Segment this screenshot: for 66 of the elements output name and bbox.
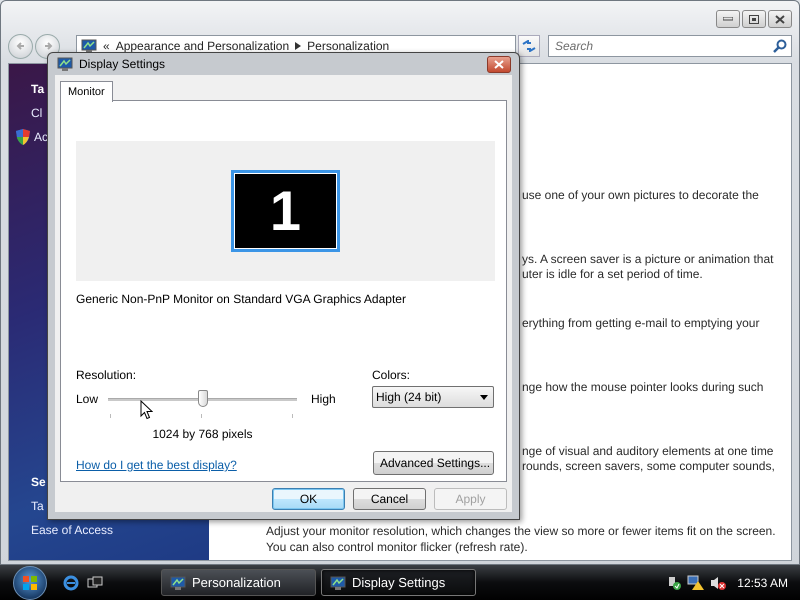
colors-label: Colors: <box>372 368 412 382</box>
dialog-title: Display Settings <box>79 57 166 71</box>
maximize-icon <box>749 14 759 24</box>
description-text: nge of visual and auditory elements at one time <box>522 444 774 459</box>
shield-icon <box>16 129 30 145</box>
warning-icon[interactable] <box>687 574 706 590</box>
refresh-icon <box>522 40 536 52</box>
sidebar-link[interactable]: Ac <box>34 130 48 144</box>
description-text: uter is idle for a set period of time. <box>522 267 704 282</box>
description-text: use one of your own pictures to decorate the <box>522 188 760 203</box>
maximize-button[interactable] <box>742 10 766 28</box>
display-icon <box>57 56 73 72</box>
description-text: You can also control monitor flicker (refresh rate). <box>266 539 529 555</box>
sidebar-heading: Se <box>31 475 46 489</box>
resolution-slider[interactable] <box>108 390 297 408</box>
resolution-label: Resolution: <box>76 368 138 382</box>
description-text: erything from getting e-mail to emptying your <box>522 316 760 331</box>
tab[interactable]: Monitor <box>60 81 113 102</box>
monitor-tile[interactable]: 1 <box>231 170 340 252</box>
description-text: rounds, screen savers, some computer sounds, <box>522 459 776 474</box>
search-icon[interactable] <box>773 39 787 53</box>
dialog-button[interactable]: Cancel <box>353 488 426 510</box>
back-arrow-icon <box>16 41 26 51</box>
refresh-button[interactable] <box>518 35 540 57</box>
close-button[interactable] <box>768 10 792 28</box>
monitor-icon <box>170 574 186 590</box>
adapter-text: Generic Non-PnP Monitor on Standard VGA Graphics Adapter <box>76 292 407 306</box>
close-icon <box>494 60 504 68</box>
sidebar-link[interactable]: Cl <box>31 106 42 120</box>
mouse-pointer-icon <box>140 400 153 420</box>
minimize-button[interactable] <box>716 10 740 28</box>
forward-arrow-icon <box>42 41 52 51</box>
slider-thumb[interactable] <box>198 390 208 407</box>
switch-windows-icon[interactable] <box>87 574 103 590</box>
taskbar-button[interactable]: Display Settings <box>321 569 476 596</box>
description-text: Adjust your monitor resolution, which changes the view so more or fewer items fit on the screen. <box>266 523 777 539</box>
clock[interactable]: 12:53 AM <box>737 576 788 590</box>
breadcrumb-item[interactable]: Personalization <box>307 39 390 53</box>
minimize-icon <box>723 17 733 21</box>
chevron-icon[interactable] <box>295 42 302 50</box>
slider-min-label: Low <box>76 392 100 406</box>
dropdown-arrow-icon <box>480 394 488 400</box>
close-button[interactable] <box>487 56 511 72</box>
sidebar-link[interactable]: Ta <box>31 499 44 513</box>
start-button[interactable] <box>13 566 47 600</box>
slider-max-label: High <box>311 392 336 406</box>
control-panel-icon <box>81 38 97 54</box>
description-text: nge how the mouse pointer looks during such <box>522 380 764 395</box>
sidebar-heading: Ta <box>31 82 44 96</box>
help-link[interactable]: How do I get the best display? <box>76 458 237 472</box>
dialog-button[interactable]: OK <box>272 488 345 510</box>
monitor-icon <box>330 574 346 590</box>
forward-button[interactable] <box>35 34 60 58</box>
speaker-muted-icon[interactable] <box>710 574 726 590</box>
taskbar-button[interactable]: Personalization <box>161 569 316 596</box>
description-text: ys. A screen saver is a picture or animation that <box>522 252 774 267</box>
breadcrumb-item[interactable]: Appearance and Personalization <box>116 39 290 53</box>
sidebar-link[interactable]: Ease of Access <box>31 523 114 537</box>
windows-logo-icon <box>22 574 38 590</box>
resolution-reading: 1024 by 768 pixels <box>151 427 254 441</box>
colors-dropdown[interactable]: High (24 bit) <box>372 386 494 408</box>
advanced-settings-button[interactable]: Advanced Settings... <box>373 451 494 475</box>
close-icon <box>775 14 785 24</box>
search-field[interactable]: Search <box>548 35 792 57</box>
monitor-number: 1 <box>270 183 302 239</box>
breadcrumb-overflow[interactable]: « <box>103 39 110 53</box>
